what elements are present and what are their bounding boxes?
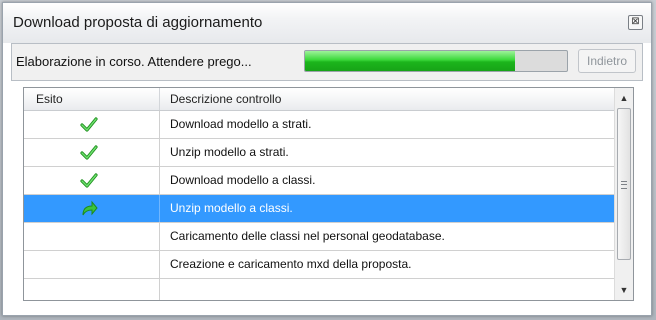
esito-cell (24, 139, 160, 166)
esito-cell (24, 167, 160, 194)
table-row[interactable]: Unzip modello a strati. (24, 139, 614, 167)
progress-bar (304, 50, 568, 72)
table-header: Esito Descrizione controllo (24, 88, 614, 111)
table-row[interactable]: Creazione e caricamento mxd della propos… (24, 251, 614, 279)
status-bar: Elaborazione in corso. Attendere prego..… (11, 43, 643, 81)
table-row[interactable]: Caricamento delle classi nel personal ge… (24, 223, 614, 251)
scroll-up-icon[interactable]: ▲ (619, 93, 629, 103)
vertical-scrollbar[interactable]: ▲ ▼ (614, 88, 633, 300)
column-header-esito[interactable]: Esito (24, 88, 160, 110)
description-cell: Caricamento delle classi nel personal ge… (170, 229, 445, 243)
dialog-window: Download proposta di aggiornamento ⊠ Ela… (2, 2, 652, 316)
esito-cell (24, 111, 160, 138)
description-cell (160, 279, 624, 300)
description-cell: Download modello a classi. (170, 173, 316, 187)
esito-cell (24, 195, 160, 222)
esito-cell (24, 223, 160, 250)
green-check-icon (80, 172, 98, 189)
table-row[interactable]: Download modello a classi. (24, 167, 614, 195)
status-text: Elaborazione in corso. Attendere prego..… (16, 54, 252, 69)
close-button[interactable]: ⊠ (628, 15, 643, 30)
progress-fill (305, 51, 515, 71)
title-bar[interactable]: Download proposta di aggiornamento ⊠ (3, 3, 651, 43)
table-body: Download modello a strati. Unzip modello … (24, 111, 614, 300)
scroll-thumb[interactable] (617, 108, 631, 260)
description-cell: Creazione e caricamento mxd della propos… (170, 257, 412, 271)
description-cell: Unzip modello a strati. (170, 145, 289, 159)
window-title: Download proposta di aggiornamento (13, 14, 263, 31)
table-row[interactable]: Unzip modello a classi. (24, 195, 614, 223)
column-header-descrizione[interactable]: Descrizione controllo (160, 88, 614, 110)
close-icon: ⊠ (631, 16, 640, 27)
scroll-down-icon[interactable]: ▼ (619, 285, 629, 295)
green-arrow-icon (80, 200, 98, 217)
grip-icon (621, 181, 627, 189)
table-row[interactable] (24, 279, 614, 300)
esito-cell (24, 251, 160, 278)
green-check-icon (80, 116, 98, 133)
esito-cell (24, 279, 160, 300)
back-button[interactable]: Indietro (578, 49, 636, 73)
green-check-icon (80, 144, 98, 161)
checks-table: Esito Descrizione controllo Download mod… (23, 87, 634, 301)
table-row[interactable]: Download modello a strati. (24, 111, 614, 139)
description-cell: Unzip modello a classi. (170, 201, 293, 215)
description-cell: Download modello a strati. (170, 117, 312, 131)
